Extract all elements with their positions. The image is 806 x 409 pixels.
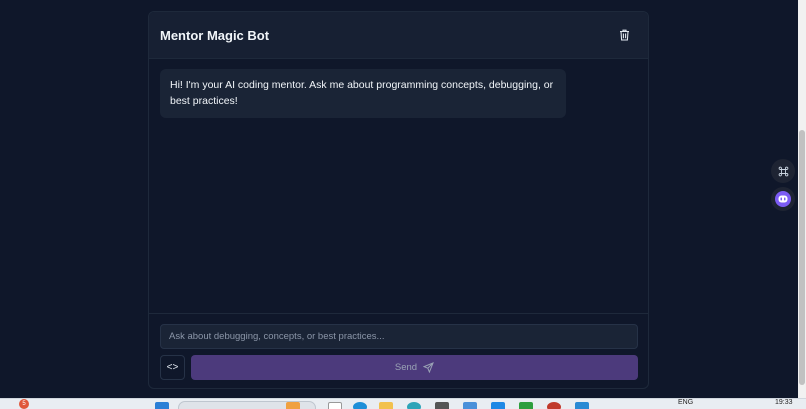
- chat-panel: Mentor Magic Bot Hi! I'm your AI coding …: [148, 11, 649, 389]
- bot-icon: [775, 191, 791, 207]
- language-indicator[interactable]: ENG: [678, 399, 693, 406]
- clock[interactable]: 19:33: [775, 399, 793, 406]
- chat-title: Mentor Magic Bot: [160, 27, 270, 43]
- browser-icon[interactable]: [407, 402, 421, 409]
- edge-icon[interactable]: [353, 402, 367, 409]
- command-menu-button[interactable]: [771, 159, 795, 183]
- os-taskbar: 5 ENG 19:33: [0, 398, 806, 409]
- send-icon: [423, 362, 434, 373]
- trash-icon: [619, 29, 629, 41]
- vscode-icon[interactable]: [575, 402, 589, 409]
- windows-start-icon[interactable]: [155, 402, 169, 409]
- chat-header: Mentor Magic Bot: [149, 12, 648, 59]
- assistant-launcher-button[interactable]: [771, 187, 795, 211]
- message-input-wrapper: [160, 324, 638, 349]
- clear-chat-button[interactable]: [614, 25, 634, 45]
- app-icon-6[interactable]: [547, 402, 561, 409]
- scrollbar-thumb[interactable]: [799, 130, 805, 385]
- composer: <> Send: [149, 313, 648, 388]
- app-icon-5[interactable]: [491, 402, 505, 409]
- code-mode-button[interactable]: <>: [160, 355, 185, 380]
- page-scrollbar[interactable]: [798, 0, 806, 398]
- send-button[interactable]: Send: [191, 355, 638, 380]
- message-input[interactable]: [169, 331, 629, 342]
- send-label: Send: [394, 362, 418, 373]
- page: Mentor Magic Bot Hi! I'm your AI coding …: [0, 0, 806, 398]
- notification-badge[interactable]: 5: [19, 399, 29, 409]
- app-icon-3[interactable]: [435, 402, 449, 409]
- code-icon: <>: [166, 362, 179, 373]
- app-icon-4[interactable]: [463, 402, 477, 409]
- bot-message: Hi! I'm your AI coding mentor. Ask me ab…: [160, 69, 566, 118]
- xbox-icon[interactable]: [519, 402, 533, 409]
- folder-icon[interactable]: [379, 402, 393, 409]
- app-icon-2[interactable]: [328, 402, 342, 409]
- command-icon: [778, 166, 788, 176]
- message-list: Hi! I'm your AI coding mentor. Ask me ab…: [149, 59, 648, 313]
- app-icon-1[interactable]: [286, 402, 300, 409]
